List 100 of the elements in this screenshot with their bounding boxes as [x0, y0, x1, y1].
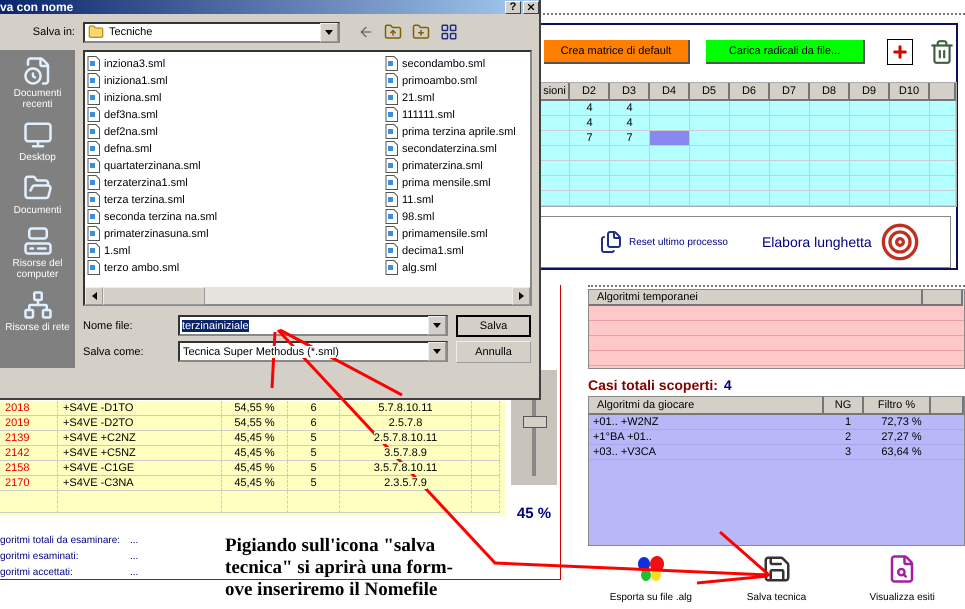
grid-cell[interactable] — [810, 161, 850, 176]
grid-cell[interactable] — [690, 101, 730, 116]
places-item[interactable]: Documenti recenti — [0, 56, 75, 110]
grid-cell[interactable] — [810, 101, 850, 116]
folder-up-icon[interactable] — [384, 23, 402, 41]
grid-cell[interactable] — [570, 146, 610, 161]
file-name[interactable]: quartaterzinana.sml — [104, 160, 201, 172]
grid-cell[interactable] — [610, 161, 650, 176]
reset-link[interactable]: Reset ultimo processo — [629, 236, 728, 248]
file-name[interactable]: terzo ambo.sml — [104, 262, 180, 274]
grid-cell[interactable] — [770, 176, 810, 191]
cancel-button[interactable]: Annulla — [456, 340, 531, 362]
file-name[interactable]: primoambo.sml — [402, 74, 478, 86]
grid-cell[interactable] — [770, 116, 810, 131]
file-name[interactable]: 1.sml — [104, 244, 130, 256]
grid-cell[interactable] — [730, 131, 770, 146]
grid-cell[interactable] — [610, 176, 650, 191]
action-button[interactable]: Carica radicali da file... — [706, 40, 865, 64]
file-type-dropdown[interactable]: Tecnica Super Methodus (*.sml) — [178, 341, 448, 362]
grid-cell[interactable] — [930, 176, 956, 191]
grid-cell[interactable] — [770, 161, 810, 176]
grid-cell[interactable] — [730, 146, 770, 161]
grid-cell[interactable] — [930, 101, 956, 116]
file-name[interactable]: secondambo.sml — [402, 58, 486, 70]
grid-cell[interactable] — [890, 176, 930, 191]
grid-cell[interactable] — [810, 146, 850, 161]
file-name[interactable]: prima mensile.sml — [402, 176, 491, 188]
grid-cell[interactable] — [650, 161, 690, 176]
grid-cell[interactable] — [610, 146, 650, 161]
right-arrow-icon[interactable] — [518, 292, 524, 300]
help-button[interactable]: ? — [505, 0, 521, 14]
grid-cell[interactable] — [850, 161, 890, 176]
file-name[interactable]: secondaterzina.sml — [402, 142, 497, 154]
grid-cell[interactable]: 4 — [570, 101, 610, 116]
grid-cell[interactable] — [610, 191, 650, 206]
grid-cell[interactable] — [890, 131, 930, 146]
documents-icon[interactable] — [599, 230, 623, 254]
grid-cell[interactable] — [650, 176, 690, 191]
file-name[interactable]: primamensile.sml — [402, 228, 488, 240]
grid-cell[interactable]: 7 — [570, 131, 610, 146]
grid-cell[interactable] — [890, 101, 930, 116]
grid-cell[interactable] — [650, 146, 690, 161]
close-button[interactable] — [523, 0, 539, 14]
places-item[interactable]: Risorse del computer — [0, 226, 75, 280]
grid-cell[interactable] — [850, 101, 890, 116]
grid-cell[interactable] — [930, 191, 956, 206]
file-name[interactable]: primaterzinasuna.sml — [104, 228, 209, 240]
grid-cell[interactable] — [890, 146, 930, 161]
grid-cell[interactable] — [770, 131, 810, 146]
action-button[interactable]: Crea matrice di default — [544, 40, 690, 64]
caret-icon[interactable] — [433, 323, 441, 328]
action-button[interactable]: Visualizza esiti — [839, 554, 965, 603]
file-name[interactable]: 98.sml — [402, 210, 434, 222]
grid-cell[interactable] — [730, 161, 770, 176]
grid-cell[interactable] — [850, 176, 890, 191]
grid-cell[interactable] — [770, 191, 810, 206]
back-arrow-icon[interactable] — [358, 24, 374, 40]
action-button[interactable]: Esporta su file .alg — [588, 554, 714, 603]
grid-cell[interactable] — [930, 116, 956, 131]
file-name[interactable]: iniziona1.sml — [104, 74, 168, 86]
file-name[interactable]: terza terzina.sml — [104, 194, 185, 206]
butterfly-icon[interactable] — [636, 554, 666, 584]
grid-cell[interactable] — [850, 116, 890, 131]
file-name[interactable]: primaterzina.sml — [402, 160, 483, 172]
add-button[interactable] — [887, 39, 913, 65]
file-name[interactable]: iniziona.sml — [104, 92, 162, 104]
save-button[interactable]: Salva — [456, 314, 531, 336]
grid-cell[interactable] — [890, 116, 930, 131]
grid-cell[interactable] — [730, 116, 770, 131]
grid-cell[interactable] — [650, 131, 690, 146]
file-name[interactable]: decima1.sml — [402, 244, 464, 256]
file-name[interactable]: 111111.sml — [402, 108, 455, 120]
grid-cell[interactable] — [690, 191, 730, 206]
grid-cell[interactable] — [850, 131, 890, 146]
view-menu-icon[interactable] — [440, 23, 458, 41]
grid-cell[interactable] — [810, 176, 850, 191]
file-name[interactable]: def2na.sml — [104, 126, 158, 138]
file-name[interactable]: defna.sml — [104, 142, 152, 154]
grid-cell[interactable] — [810, 191, 850, 206]
grid-cell[interactable] — [650, 191, 690, 206]
grid-cell[interactable] — [690, 146, 730, 161]
grid-cell[interactable]: 4 — [610, 101, 650, 116]
grid-cell[interactable] — [890, 191, 930, 206]
places-item[interactable]: Documenti — [14, 173, 62, 216]
places-item[interactable]: Desktop — [19, 120, 56, 163]
grid-cell[interactable] — [690, 131, 730, 146]
grid-cell[interactable] — [850, 191, 890, 206]
file-name[interactable]: inziona3.sml — [104, 58, 166, 70]
grid-cell[interactable] — [930, 161, 956, 176]
filename-field[interactable]: terzinainiziale — [178, 315, 448, 336]
grid-cell[interactable] — [570, 161, 610, 176]
grid-cell[interactable] — [730, 101, 770, 116]
file-name[interactable]: def3na.sml — [104, 108, 158, 120]
grid-cell[interactable] — [810, 131, 850, 146]
file-name[interactable]: terzaterzina1.sml — [104, 176, 188, 188]
grid-cell[interactable] — [570, 176, 610, 191]
new-folder-icon[interactable] — [412, 23, 430, 41]
horizontal-scrollbar[interactable] — [85, 287, 530, 304]
grid-cell[interactable] — [690, 176, 730, 191]
grid-cell[interactable] — [770, 146, 810, 161]
